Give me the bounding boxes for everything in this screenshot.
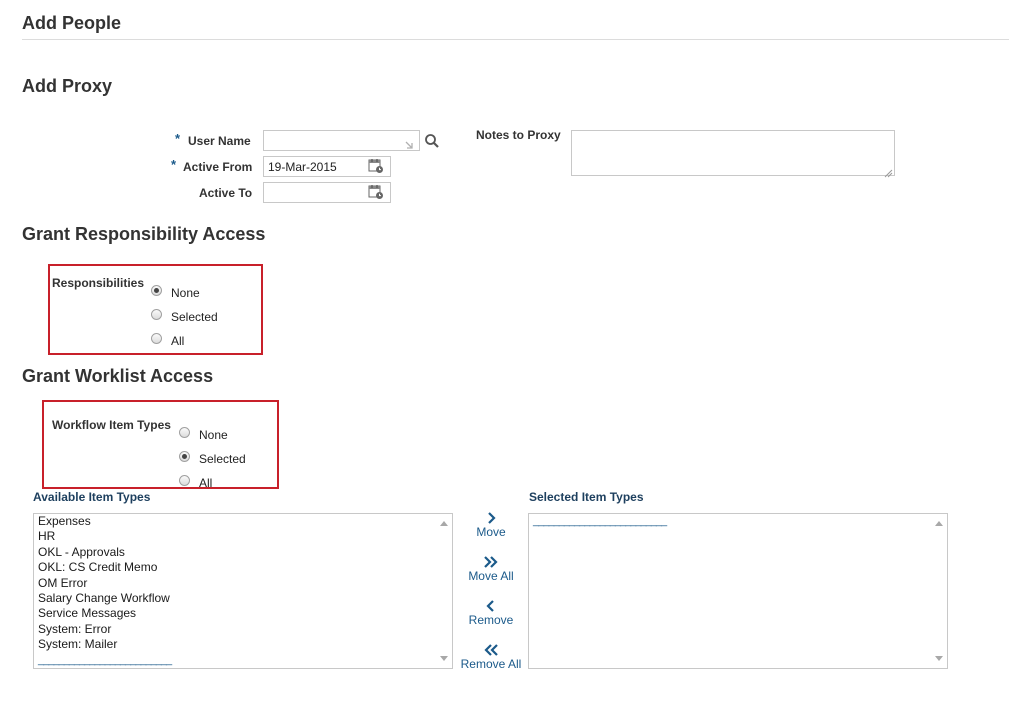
- available-item-types-list[interactable]: Expenses HR OKL - Approvals OKL: CS Cred…: [33, 513, 453, 669]
- radio-label-selected: Selected: [199, 452, 246, 466]
- calendar-icon[interactable]: [368, 158, 384, 174]
- required-indicator: *: [175, 131, 181, 146]
- remove-button[interactable]: Remove: [461, 600, 521, 627]
- radio-label-all: All: [199, 476, 213, 487]
- list-item[interactable]: Salary Change Workflow: [38, 591, 170, 606]
- scroll-down-icon[interactable]: [935, 656, 943, 661]
- section-title-responsibility-access: Grant Responsibility Access: [22, 224, 266, 244]
- scroll-up-icon[interactable]: [440, 521, 448, 526]
- responsibilities-label: Responsibilities: [52, 276, 145, 290]
- available-item-types-label: Available Item Types: [33, 490, 151, 504]
- chevron-right-icon: [488, 512, 496, 524]
- scrollbar[interactable]: [931, 514, 947, 668]
- list-of-values-icon[interactable]: [404, 137, 414, 149]
- list-item[interactable]: OKL - Approvals: [38, 545, 125, 560]
- scroll-down-icon[interactable]: [440, 656, 448, 661]
- list-item[interactable]: HR: [38, 529, 55, 544]
- highlight-box-workflow-item-types: [42, 400, 279, 489]
- radio-workflow-selected[interactable]: [179, 451, 190, 462]
- move-all-button[interactable]: Move All: [461, 556, 521, 583]
- calendar-icon[interactable]: [368, 184, 384, 200]
- radio-label-none: None: [171, 286, 200, 300]
- header-divider: [22, 39, 1009, 40]
- radio-responsibilities-selected[interactable]: [151, 309, 162, 320]
- page-title: Add People: [22, 13, 122, 33]
- section-title-worklist-access: Grant Worklist Access: [22, 366, 214, 386]
- list-item[interactable]: Expenses: [38, 514, 91, 529]
- notes-to-proxy-textarea[interactable]: [571, 130, 895, 176]
- list-item[interactable]: System: Error: [38, 622, 111, 637]
- required-indicator: *: [171, 157, 177, 172]
- active-from-label: Active From: [183, 160, 253, 174]
- radio-label-all: All: [171, 334, 185, 348]
- move-all-button-label: Move All: [468, 569, 514, 583]
- user-name-input[interactable]: [263, 130, 420, 151]
- chevron-left-icon: [486, 600, 494, 612]
- radio-workflow-none[interactable]: [179, 427, 190, 438]
- radio-workflow-all[interactable]: [179, 475, 190, 486]
- radio-responsibilities-none[interactable]: [151, 285, 162, 296]
- search-icon[interactable]: [424, 133, 440, 149]
- list-item-separator: __________________________: [533, 515, 667, 527]
- section-title-add-proxy: Add Proxy: [22, 76, 113, 96]
- list-item-separator: __________________________: [38, 653, 172, 666]
- list-item[interactable]: Service Messages: [38, 606, 136, 621]
- radio-responsibilities-all[interactable]: [151, 333, 162, 344]
- scroll-up-icon[interactable]: [935, 521, 943, 526]
- list-item[interactable]: OM Error: [38, 576, 87, 591]
- list-item[interactable]: System: Mailer: [38, 637, 117, 652]
- remove-all-button[interactable]: Remove All: [456, 644, 526, 671]
- active-to-label: Active To: [199, 186, 253, 200]
- list-item[interactable]: OKL: CS Credit Memo: [38, 560, 157, 575]
- resize-handle-icon[interactable]: [884, 165, 893, 178]
- scrollbar[interactable]: [436, 514, 452, 668]
- remove-button-label: Remove: [468, 613, 514, 627]
- double-chevron-right-icon: [484, 556, 498, 568]
- notes-to-proxy-label: Notes to Proxy: [476, 128, 561, 142]
- radio-label-none: None: [199, 428, 228, 442]
- radio-label-selected: Selected: [171, 310, 218, 324]
- double-chevron-left-icon: [484, 644, 498, 656]
- user-name-label: User Name: [188, 134, 251, 148]
- selected-item-types-list[interactable]: __________________________: [528, 513, 948, 669]
- selected-item-types-label: Selected Item Types: [529, 490, 644, 504]
- remove-all-button-label: Remove All: [460, 657, 522, 671]
- move-button[interactable]: Move: [461, 512, 521, 539]
- move-button-label: Move: [476, 525, 506, 539]
- workflow-item-types-label: Workflow Item Types: [52, 418, 171, 432]
